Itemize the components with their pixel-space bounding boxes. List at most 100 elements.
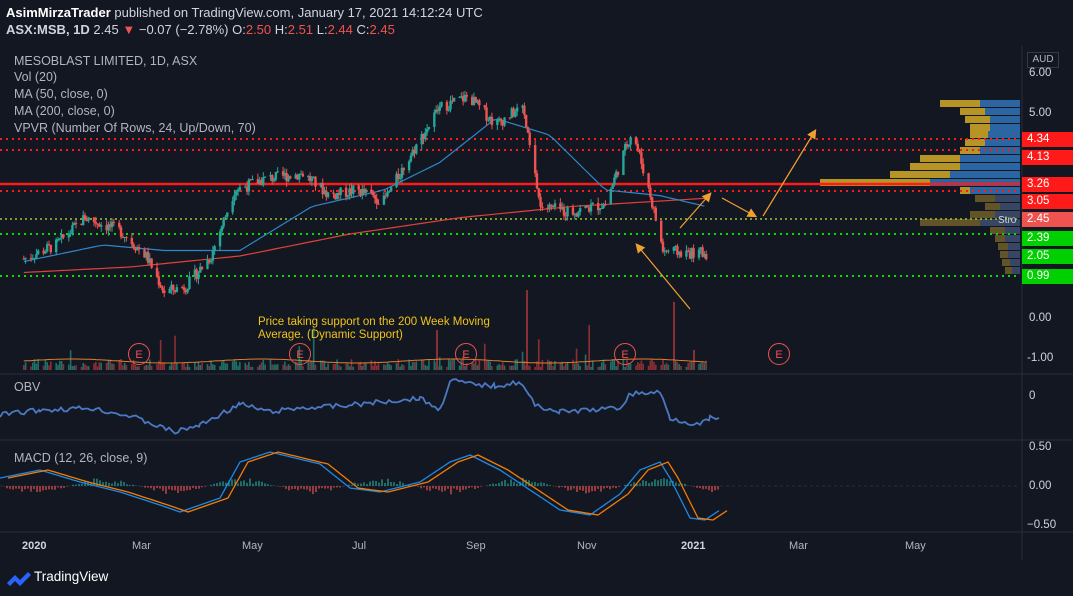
volume-bar [496, 365, 499, 370]
volume-bar [663, 364, 666, 370]
volume-bar [588, 324, 590, 370]
volume-bar [244, 362, 247, 370]
volume-bar [134, 364, 137, 370]
volume-bar [512, 365, 515, 370]
volume-bar [473, 363, 475, 370]
candle [251, 175, 254, 181]
volume-bar [559, 362, 562, 370]
vpvr-row [975, 195, 1020, 202]
earnings-marker[interactable]: E [768, 343, 790, 365]
volume-bar [402, 365, 405, 370]
volume-bar [483, 343, 486, 370]
level-box-3.05: 3.05 [1022, 194, 1073, 209]
candle [452, 97, 456, 102]
legend-vol[interactable]: Vol (20) [14, 70, 57, 84]
candle [22, 255, 26, 260]
volume-bar [440, 365, 443, 370]
candle [125, 236, 128, 242]
volume-bar [478, 360, 481, 370]
volume-bar [689, 361, 691, 370]
candle [445, 100, 449, 115]
volume-bar [199, 365, 202, 370]
volume-bar [339, 366, 342, 370]
time-label: Sep [466, 540, 486, 552]
volume-bar [345, 363, 347, 370]
candle [609, 187, 612, 205]
candle [496, 117, 499, 131]
volume-bar [703, 363, 706, 370]
candle [276, 167, 279, 174]
currency-button[interactable]: AUD [1027, 52, 1059, 68]
macd-title[interactable]: MACD (12, 26, close, 9) [14, 451, 147, 465]
vpvr-row [1002, 259, 1020, 266]
volume-bar [422, 360, 425, 370]
volume-bar [584, 354, 587, 370]
volume-bar [213, 364, 216, 370]
volume-bar [446, 366, 448, 370]
legend-vpvr[interactable]: VPVR (Number Of Rows, 24, Up/Down, 70) [14, 121, 256, 135]
branding[interactable]: TradingView [34, 569, 108, 584]
volume-bar [577, 363, 580, 370]
chart-title[interactable]: MESOBLAST LIMITED, 1D, ASX [14, 54, 197, 68]
chart-canvas[interactable] [0, 0, 1073, 596]
volume-bar [401, 364, 403, 370]
volume-bar [498, 364, 500, 370]
candle [47, 240, 51, 246]
volume-bar [246, 365, 248, 370]
volume-bar [615, 366, 617, 370]
current-price-box: 2.45 [1022, 212, 1073, 227]
volume-bar [410, 365, 412, 370]
volume-bar [701, 361, 704, 370]
volume-bar [647, 365, 650, 370]
volume-bar [426, 365, 428, 370]
volume-bar [411, 361, 414, 370]
volume-bar [149, 359, 151, 370]
candle [463, 90, 467, 103]
volume-bar [170, 363, 173, 370]
legend-ma50[interactable]: MA (50, close, 0) [14, 87, 108, 101]
volume-bar [698, 363, 700, 370]
volume-profile [820, 100, 1020, 274]
volume-bar [602, 359, 605, 370]
earnings-marker[interactable]: E [455, 343, 477, 365]
volume-bar [642, 363, 644, 370]
volume-bar [500, 365, 502, 370]
volume-bar [563, 366, 565, 370]
volume-bar [69, 350, 72, 370]
earnings-marker[interactable]: E [614, 343, 636, 365]
volume-bar [550, 361, 553, 370]
volume-bar [194, 362, 196, 370]
volume-bar [143, 365, 146, 370]
volume-bar [575, 348, 578, 370]
candle [589, 199, 593, 216]
volume-bar [212, 364, 214, 370]
candle [382, 191, 386, 206]
level-box-4.13: 4.13 [1022, 150, 1073, 165]
volume-bar [285, 366, 288, 370]
volume-bar [693, 350, 695, 370]
volume-bar [262, 359, 265, 370]
volume-bar [239, 361, 241, 370]
earnings-marker[interactable]: E [128, 343, 150, 365]
analysis-note[interactable]: Price taking support on the 200 Week Mov… [258, 316, 518, 342]
time-label: May [905, 540, 926, 552]
volume-bar [611, 360, 614, 370]
volume-bar [458, 365, 461, 370]
legend-ma200[interactable]: MA (200, close, 0) [14, 104, 115, 118]
volume-bar [651, 359, 653, 370]
earnings-marker[interactable]: E [289, 343, 311, 365]
volume-bar [314, 364, 317, 370]
volume-bar [453, 359, 455, 370]
volume-bar [397, 359, 400, 370]
candle [415, 143, 418, 155]
volume-bar [123, 362, 126, 370]
volume-bar [84, 364, 86, 370]
obv-title[interactable]: OBV [14, 380, 40, 394]
volume-bar [638, 363, 641, 370]
volume-bar [111, 363, 113, 370]
candle [687, 247, 690, 253]
volume-bar [662, 359, 664, 370]
candle [218, 228, 222, 252]
price-tick: 6.00 [1029, 67, 1052, 79]
volume-bar [271, 364, 274, 370]
